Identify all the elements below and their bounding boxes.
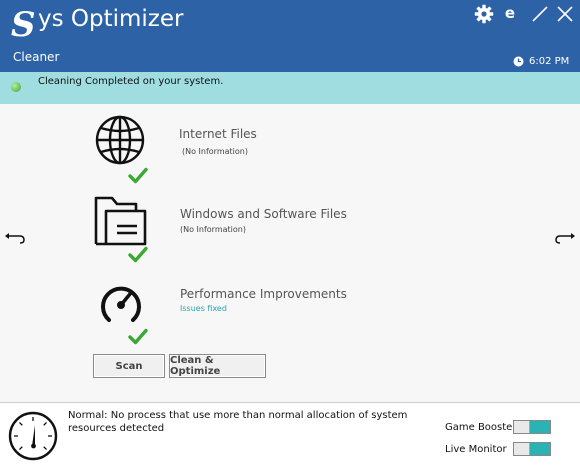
globe-icon bbox=[95, 115, 145, 165]
speedometer-icon bbox=[101, 286, 141, 322]
main-panel bbox=[0, 104, 580, 402]
status-indicator-icon bbox=[11, 82, 21, 92]
game-booster-toggle[interactable] bbox=[513, 420, 551, 434]
item-status-performance-improvements: Issues fixed bbox=[180, 304, 227, 313]
app-header: S ys Optimizer Cleaner e 6:02 PM bbox=[0, 0, 580, 72]
scan-button[interactable]: Scan bbox=[93, 354, 165, 378]
app-title: ys Optimizer bbox=[38, 6, 184, 32]
toggle-knob bbox=[514, 421, 530, 433]
app-logo: S bbox=[11, 5, 36, 42]
check-icon bbox=[128, 328, 148, 345]
forward-arrow-icon[interactable] bbox=[554, 232, 576, 244]
item-title-internet-files: Internet Files bbox=[179, 127, 257, 141]
back-arrow-icon[interactable] bbox=[4, 232, 26, 244]
check-icon bbox=[128, 167, 148, 184]
status-message: Cleaning Completed on your system. bbox=[38, 76, 224, 87]
toggle-on-fill bbox=[530, 443, 550, 455]
clock-icon bbox=[513, 56, 524, 67]
gear-icon[interactable] bbox=[473, 4, 495, 24]
ie-icon[interactable]: e bbox=[503, 3, 517, 23]
clock-time: 6:02 PM bbox=[529, 56, 570, 67]
folder-icon bbox=[94, 196, 147, 246]
item-status-internet-files: (No Information) bbox=[182, 147, 248, 156]
item-status-windows-software-files: (No Information) bbox=[180, 225, 246, 234]
toggle-on-fill bbox=[530, 421, 550, 433]
resource-gauge-icon bbox=[8, 411, 58, 461]
close-icon[interactable] bbox=[556, 4, 574, 24]
game-booster-label: Game Booster bbox=[445, 422, 517, 433]
clean-optimize-button[interactable]: Clean & Optimize bbox=[169, 354, 266, 378]
check-icon bbox=[128, 246, 148, 263]
resource-status-message: Normal: No process that use more than no… bbox=[68, 410, 408, 434]
item-title-windows-software-files: Windows and Software Files bbox=[180, 207, 347, 221]
minimize-icon[interactable] bbox=[530, 4, 550, 24]
live-monitor-toggle[interactable] bbox=[513, 442, 551, 456]
toggle-knob bbox=[514, 443, 530, 455]
live-monitor-label: Live Monitor bbox=[445, 444, 507, 455]
page-subtitle: Cleaner bbox=[13, 50, 60, 64]
item-title-performance-improvements: Performance Improvements bbox=[180, 287, 347, 301]
status-bar: Cleaning Completed on your system. bbox=[0, 72, 580, 104]
footer-panel: Normal: No process that use more than no… bbox=[0, 402, 580, 469]
logo-letter: S bbox=[11, 5, 36, 42]
